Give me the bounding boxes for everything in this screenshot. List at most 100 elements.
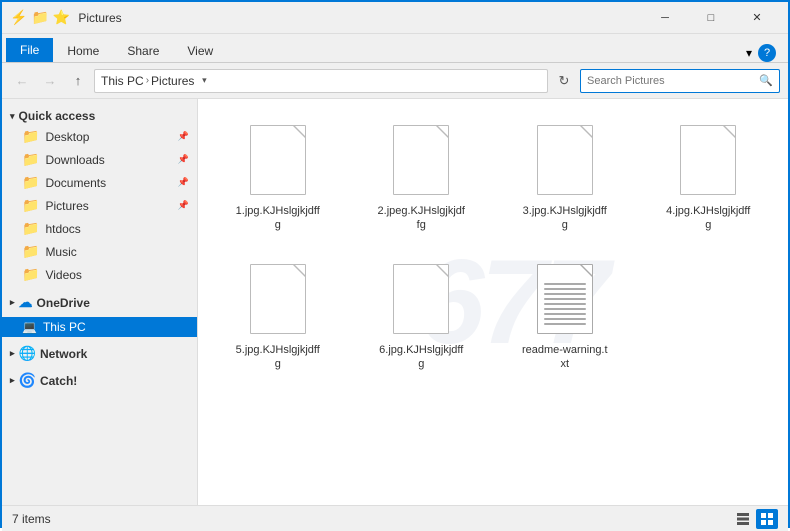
videos-label: Videos bbox=[45, 268, 81, 282]
generic-file-icon-4 bbox=[680, 125, 736, 195]
sidebar-item-music[interactable]: 📁 Music bbox=[2, 240, 197, 263]
music-folder-icon: 📁 bbox=[22, 243, 39, 260]
tab-view[interactable]: View bbox=[173, 40, 227, 62]
generic-file-icon-5 bbox=[250, 264, 306, 334]
file-item-4[interactable]: 4.jpg.KJHslgjkjdffg bbox=[641, 111, 777, 242]
address-bar: ← → ↑ This PC › Pictures ▾ ↻ 🔍 bbox=[2, 63, 788, 99]
file-name-3: 3.jpg.KJHslgjkjdffg bbox=[520, 204, 610, 233]
ribbon-expand-icon[interactable]: ▾ bbox=[746, 46, 752, 60]
sidebar-header-network[interactable]: ▸ 🌐 Network bbox=[2, 341, 197, 364]
pictures-folder-icon: 📁 bbox=[22, 197, 39, 214]
sidebar-item-documents[interactable]: 📁 Documents 📌 bbox=[2, 171, 197, 194]
forward-button[interactable]: → bbox=[38, 69, 62, 93]
sidebar-section-onedrive: ▸ ☁ OneDrive bbox=[2, 288, 197, 315]
file-name-1: 1.jpg.KJHslgjkjdffg bbox=[233, 204, 323, 233]
title-bar: ⚡ 📁 ⭐ Pictures ─ □ ✕ bbox=[2, 2, 788, 34]
file-item-7[interactable]: readme-warning.txt bbox=[497, 250, 633, 381]
ribbon-tabs: File Home Share View ▾ ? bbox=[2, 34, 788, 62]
search-icon: 🔍 bbox=[759, 74, 773, 87]
file-item-6[interactable]: 6.jpg.KJHslgjkjdffg bbox=[354, 250, 490, 381]
generic-file-icon-3 bbox=[537, 125, 593, 195]
pin-icon-documents: 📌 bbox=[178, 177, 189, 188]
file-icon-wrapper-6 bbox=[386, 259, 456, 339]
htdocs-label: htdocs bbox=[45, 222, 80, 236]
window-title: Pictures bbox=[78, 11, 642, 25]
file-item-1[interactable]: 1.jpg.KJHslgjkjdffg bbox=[210, 111, 346, 242]
file-name-4: 4.jpg.KJHslgjkjdffg bbox=[663, 204, 753, 233]
path-pictures: Pictures bbox=[151, 74, 194, 88]
text-line-4 bbox=[544, 298, 586, 300]
thispc-label: This PC bbox=[43, 320, 86, 334]
search-box[interactable]: 🔍 bbox=[580, 69, 780, 93]
network-label: Network bbox=[40, 347, 87, 361]
refresh-button[interactable]: ↻ bbox=[552, 69, 576, 93]
file-icon-wrapper-4 bbox=[673, 120, 743, 200]
sidebar-section-quickaccess: ▾ Quick access 📁 Desktop 📌 📁 Downloads 📌… bbox=[2, 103, 197, 288]
sidebar-item-thispc[interactable]: 💻 This PC bbox=[2, 317, 197, 337]
sidebar-item-videos[interactable]: 📁 Videos bbox=[2, 263, 197, 286]
status-bar: 7 items bbox=[2, 505, 788, 531]
files-grid: 1.jpg.KJHslgjkjdffg 2.jpeg.KJHslgjkjdffg… bbox=[210, 111, 776, 380]
text-line-6 bbox=[544, 308, 586, 310]
text-file-icon-7 bbox=[537, 264, 593, 334]
chevron-down-icon: ▾ bbox=[10, 111, 15, 122]
sidebar-item-pictures[interactable]: 📁 Pictures 📌 bbox=[2, 194, 197, 217]
search-input[interactable] bbox=[587, 75, 755, 87]
file-item-5[interactable]: 5.jpg.KJHslgjkjdffg bbox=[210, 250, 346, 381]
file-name-5: 5.jpg.KJHslgjkjdffg bbox=[233, 343, 323, 372]
view-controls bbox=[732, 509, 778, 529]
sidebar: ▾ Quick access 📁 Desktop 📌 📁 Downloads 📌… bbox=[2, 99, 198, 505]
generic-file-icon-2 bbox=[393, 125, 449, 195]
generic-file-icon-1 bbox=[250, 125, 306, 195]
onedrive-cloud-icon: ☁ bbox=[19, 294, 33, 311]
sidebar-header-catch[interactable]: ▸ 🌀 Catch! bbox=[2, 368, 197, 391]
text-line-3 bbox=[544, 293, 586, 295]
text-line-7 bbox=[544, 313, 586, 315]
text-line-9 bbox=[544, 323, 586, 325]
network-icon: 🌐 bbox=[19, 345, 36, 362]
sidebar-header-onedrive[interactable]: ▸ ☁ OneDrive bbox=[2, 290, 197, 313]
htdocs-folder-icon: 📁 bbox=[22, 220, 39, 237]
generic-file-icon-6 bbox=[393, 264, 449, 334]
file-item-2[interactable]: 2.jpeg.KJHslgjkjdffg bbox=[354, 111, 490, 242]
large-icons-view-button[interactable] bbox=[756, 509, 778, 529]
sidebar-item-desktop[interactable]: 📁 Desktop 📌 bbox=[2, 125, 197, 148]
tab-file[interactable]: File bbox=[6, 38, 53, 62]
chevron-right-icon-catch: ▸ bbox=[10, 375, 15, 386]
desktop-folder-icon: 📁 bbox=[22, 128, 39, 145]
ribbon-expand: ▾ ? bbox=[738, 44, 784, 62]
close-button[interactable]: ✕ bbox=[734, 2, 780, 34]
ribbon: File Home Share View ▾ ? bbox=[2, 34, 788, 63]
ribbon-help-icon[interactable]: ? bbox=[758, 44, 776, 62]
maximize-button[interactable]: □ bbox=[688, 2, 734, 34]
file-name-7: readme-warning.txt bbox=[520, 343, 610, 372]
main-content: ▾ Quick access 📁 Desktop 📌 📁 Downloads 📌… bbox=[2, 99, 788, 505]
videos-folder-icon: 📁 bbox=[22, 266, 39, 283]
file-icon-wrapper-2 bbox=[386, 120, 456, 200]
up-button[interactable]: ↑ bbox=[66, 69, 90, 93]
text-line-2 bbox=[544, 288, 586, 290]
file-icon-wrapper-5 bbox=[243, 259, 313, 339]
sidebar-item-downloads[interactable]: 📁 Downloads 📌 bbox=[2, 148, 197, 171]
sidebar-header-quickaccess[interactable]: ▾ Quick access bbox=[2, 105, 197, 125]
pin-icon-desktop: 📌 bbox=[178, 131, 189, 142]
sidebar-item-htdocs[interactable]: 📁 htdocs bbox=[2, 217, 197, 240]
back-button[interactable]: ← bbox=[10, 69, 34, 93]
tab-home[interactable]: Home bbox=[53, 40, 113, 62]
minimize-button[interactable]: ─ bbox=[642, 2, 688, 34]
tab-share[interactable]: Share bbox=[113, 40, 173, 62]
computer-icon: 💻 bbox=[22, 320, 37, 334]
file-area: 677 1.jpg.KJHslgjkjdffg 2.jpeg.KJHslgjkj… bbox=[198, 99, 788, 505]
window-controls: ─ □ ✕ bbox=[642, 2, 780, 34]
sidebar-section-catch: ▸ 🌀 Catch! bbox=[2, 366, 197, 393]
catch-label: Catch! bbox=[40, 374, 77, 388]
list-view-button[interactable] bbox=[732, 509, 754, 529]
quick-access-icon: ⚡ bbox=[10, 9, 27, 26]
file-icon-wrapper-1 bbox=[243, 120, 313, 200]
file-item-3[interactable]: 3.jpg.KJHslgjkjdffg bbox=[497, 111, 633, 242]
path-dropdown-icon[interactable]: ▾ bbox=[194, 69, 214, 93]
chevron-right-icon-network: ▸ bbox=[10, 348, 15, 359]
address-path[interactable]: This PC › Pictures ▾ bbox=[94, 69, 548, 93]
title-bar-icons: ⚡ 📁 ⭐ bbox=[10, 9, 70, 26]
sidebar-section-thispc: 💻 This PC bbox=[2, 315, 197, 339]
